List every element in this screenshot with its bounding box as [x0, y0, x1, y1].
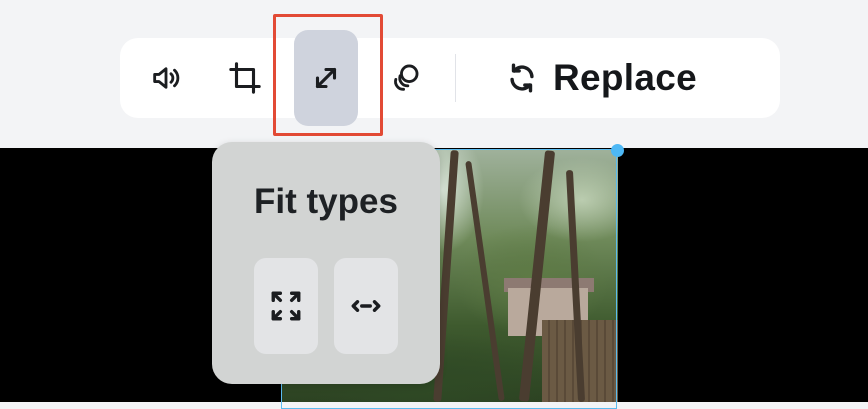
refresh-icon [510, 63, 534, 93]
replace-label: Replace [553, 57, 698, 98]
fit-fill-option[interactable] [254, 258, 318, 354]
highlight-box [273, 14, 383, 136]
volume-icon [153, 67, 180, 89]
crop-button[interactable] [213, 38, 277, 118]
fit-width-icon [351, 300, 381, 312]
fit-types-popover: Fit types [212, 142, 440, 384]
replace-button[interactable]: Replace [505, 38, 697, 118]
volume-button[interactable] [134, 38, 198, 118]
toolbar-divider [455, 54, 456, 102]
resize-handle[interactable] [611, 144, 624, 157]
context-toolbar: Replace [120, 30, 780, 126]
fit-fill-icon [271, 291, 301, 321]
effects-circles-icon [394, 64, 419, 91]
fit-width-option[interactable] [334, 258, 398, 354]
photo-detail-trunk [465, 160, 505, 402]
popover-title: Fit types [254, 182, 398, 221]
crop-icon [229, 62, 261, 94]
